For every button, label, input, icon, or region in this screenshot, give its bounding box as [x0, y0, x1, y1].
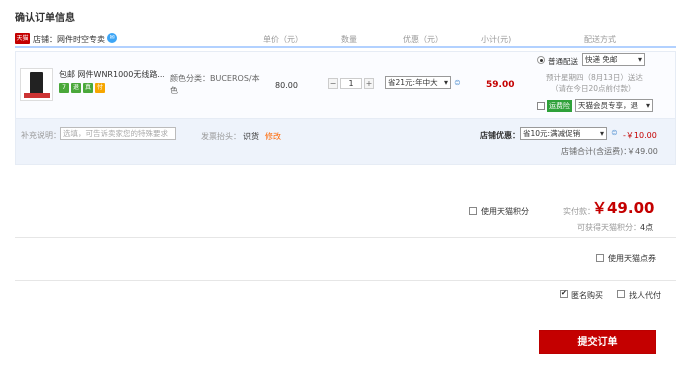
shop-total-value: ￥49.00 — [627, 147, 658, 156]
shop-total-label: 店铺合计(含运费)： — [561, 147, 632, 156]
delivery-pay-hint: （请在今日20点前付款） — [551, 84, 636, 93]
note-input[interactable]: 选填，可告诉卖家您的特殊要求 — [60, 127, 176, 140]
shipping-insurance-tag: 运费险 — [547, 100, 572, 112]
divider — [15, 237, 676, 238]
discount-info-icon[interactable]: ⊜ — [454, 78, 461, 87]
delivery-estimate: 预计星期四（8月13日）送达 — [546, 73, 643, 82]
submit-order-button[interactable]: 提交订单 — [539, 330, 656, 354]
wangwang-chat-icon[interactable]: ✉ — [107, 33, 117, 43]
normal-delivery-radio[interactable] — [537, 56, 545, 64]
use-points-checkbox[interactable] — [469, 207, 477, 215]
note-label: 补充说明： — [21, 131, 61, 140]
invoice-label: 发票抬头： — [201, 132, 241, 141]
return-guarantee-icon: 退 — [71, 83, 81, 93]
proxy-pay-checkbox[interactable] — [617, 290, 625, 298]
shop-line: 店铺：网件时空专卖 — [33, 34, 105, 45]
payment-icon: 付 — [95, 83, 105, 93]
anonymous-purchase-label: 匿名购买 — [571, 291, 603, 300]
delivery-method-select[interactable]: 快递 免邮 — [582, 53, 645, 66]
use-points-label: 使用天猫积分 — [481, 207, 529, 216]
paid-label: 实付款： — [563, 207, 595, 216]
shipping-insurance-checkbox[interactable] — [537, 102, 545, 110]
sku-info: 颜色分类：BUCEROS/本色 — [170, 74, 260, 95]
quantity-input[interactable]: 1 — [340, 78, 362, 89]
shop-label: 店铺： — [33, 35, 57, 44]
authentic-guarantee-icon: 真 — [83, 83, 93, 93]
paid-amount: ￥49.00 — [592, 199, 655, 217]
col-quantity: 数量 — [341, 35, 357, 44]
col-subtotal: 小计(元) — [481, 35, 512, 44]
quantity-minus-button[interactable]: − — [328, 78, 338, 89]
col-delivery: 配送方式 — [584, 35, 616, 44]
invoice-edit-link[interactable]: 修改 — [265, 131, 281, 142]
seven-day-return-icon: 7 — [59, 83, 69, 93]
product-thumbnail[interactable] — [20, 68, 53, 101]
shipping-insurance-select[interactable]: 天猫会员专享，退 — [575, 99, 653, 112]
unit-price: 80.00 — [275, 81, 298, 90]
col-discount: 优惠（元） — [403, 35, 443, 44]
item-discount-select[interactable]: 省21元:年中大 — [385, 76, 451, 89]
order-note-row — [15, 119, 676, 165]
item-subtotal: 59.00 — [486, 80, 515, 90]
invoice-value: 识货 — [243, 132, 259, 141]
quantity-plus-button[interactable]: + — [364, 78, 374, 89]
tmall-shop-icon: 天猫 — [15, 33, 30, 44]
use-coupon-label: 使用天猫点券 — [608, 254, 656, 263]
anonymous-purchase-checkbox[interactable] — [560, 289, 568, 298]
earn-points-label: 可获得天猫积分： — [577, 223, 641, 232]
product-name-link[interactable]: 包邮 网件WNR1000无线路... — [59, 69, 164, 80]
shop-discount-info-icon[interactable]: ⊜ — [611, 128, 618, 137]
use-coupon-checkbox[interactable] — [596, 254, 604, 262]
divider — [15, 280, 676, 281]
shop-discount-label: 店铺优惠： — [480, 131, 520, 140]
shop-name-link[interactable]: 网件时空专卖 — [57, 35, 105, 44]
page-title: 确认订单信息 — [15, 13, 75, 24]
col-unit-price: 单价（元） — [263, 35, 303, 44]
earn-points-value: 4点 — [640, 223, 654, 232]
proxy-pay-label: 找人代付 — [629, 291, 661, 300]
normal-delivery-label: 普通配送 — [548, 57, 578, 66]
shop-discount-select[interactable]: 省10元:满减促销 — [520, 127, 607, 140]
shop-discount-amount: -￥10.00 — [623, 131, 657, 140]
